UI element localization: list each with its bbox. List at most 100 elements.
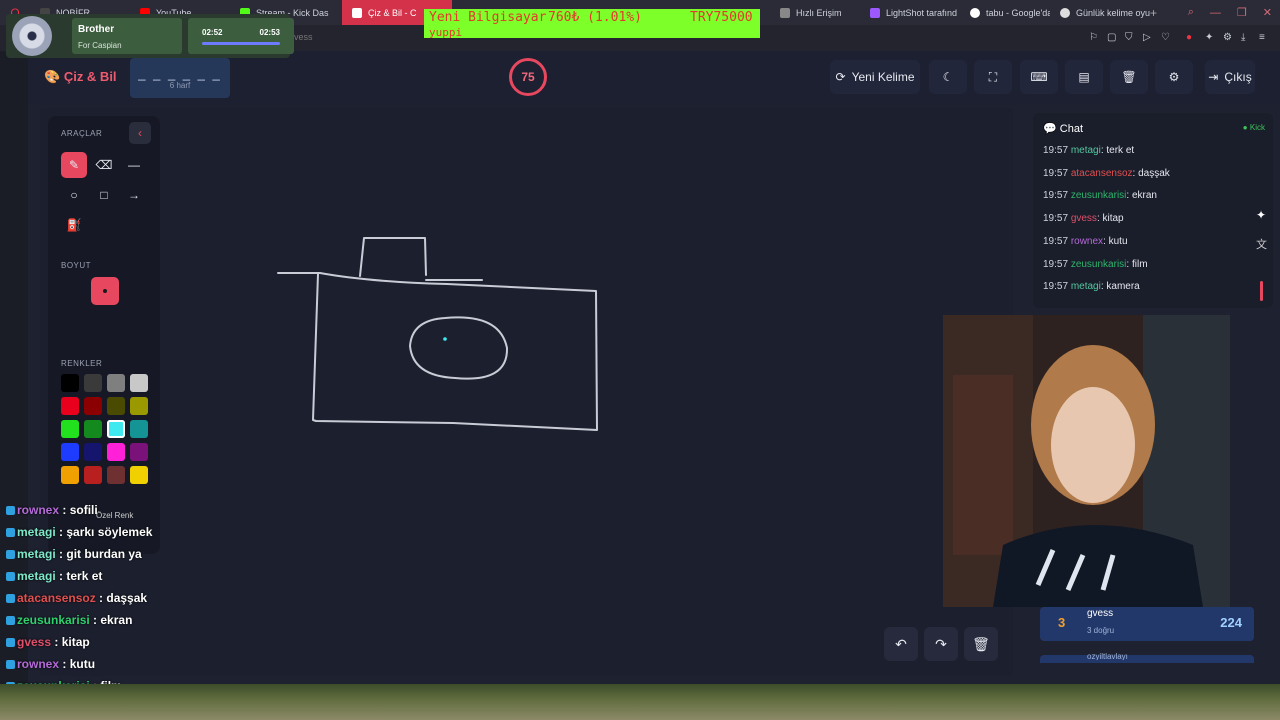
app-logo[interactable]: 🎨 Çiz & Bil	[44, 69, 117, 85]
elapsed-time: 02:52	[202, 28, 223, 37]
line-icon: —	[128, 158, 140, 172]
song-artist: For Caspian	[78, 41, 122, 50]
snapshot-icon[interactable]: ▢	[1107, 32, 1116, 43]
game-background	[0, 684, 1280, 720]
clear-canvas-button[interactable]: 🗑	[964, 627, 998, 661]
donation-ticker: Yeni Bilgisayar 760₺ (1.01%) TRY75000 yu…	[424, 9, 760, 39]
play-icon[interactable]: ▷	[1143, 32, 1151, 43]
browser-sidebar	[0, 51, 28, 684]
color-swatch[interactable]	[61, 443, 79, 461]
total-time: 02:53	[259, 28, 280, 37]
grid-icon	[780, 7, 790, 18]
color-swatch[interactable]	[107, 420, 125, 438]
keyboard-button[interactable]: ⌨	[1020, 60, 1058, 94]
color-swatch[interactable]	[61, 374, 79, 392]
chat-message: 19:57 zeusunkarisi: film	[1043, 258, 1148, 270]
close-button[interactable]: ✕	[1255, 6, 1280, 19]
letter-count: 6 harf	[169, 81, 191, 90]
tab-google-search[interactable]: tabu - Google'da A	[960, 0, 1050, 25]
tab-quick-access[interactable]: Hızlı Erişim	[770, 0, 860, 25]
settings-button[interactable]: ⚙	[1155, 60, 1193, 94]
pin-icon[interactable]: ⚐	[1089, 32, 1098, 43]
line-tool[interactable]: —	[121, 152, 147, 178]
color-swatch[interactable]	[107, 374, 125, 392]
translate-icon[interactable]: 文	[1256, 236, 1267, 252]
leaderboard-row: 3 gvess 3 doğru 224	[1040, 607, 1254, 641]
keyboard-icon: ⌨	[1030, 70, 1048, 84]
arrow-right-icon: →	[128, 188, 140, 202]
fullscreen-button[interactable]: ⛶	[974, 60, 1012, 94]
new-tab-button[interactable]: +	[1150, 6, 1160, 20]
camera-sketch	[277, 237, 598, 431]
brush-size-button[interactable]	[91, 277, 119, 305]
brush-tool[interactable]: ✎	[61, 152, 87, 178]
color-swatch[interactable]	[84, 420, 102, 438]
color-swatch[interactable]	[130, 420, 148, 438]
chat-message: 19:57 metagi: kamera	[1043, 281, 1140, 293]
color-swatch[interactable]	[61, 397, 79, 415]
google-icon	[970, 7, 980, 18]
progress-bar	[202, 42, 280, 45]
color-swatch[interactable]	[107, 443, 125, 461]
leaderboard-row: ozyiltlavlayı	[1040, 652, 1254, 663]
color-swatch[interactable]	[61, 420, 79, 438]
extensions-icon[interactable]: ✦	[1205, 32, 1213, 43]
shield-icon[interactable]: ⛉	[1125, 32, 1133, 43]
eraser-icon: ⌫	[95, 158, 113, 172]
trash-icon: 🗑	[972, 635, 990, 652]
tab-daily-word[interactable]: Günlük kelime oyu	[1050, 0, 1150, 25]
download-icon[interactable]: ⤓	[1241, 32, 1245, 43]
trash-icon: 🗑	[1121, 70, 1137, 84]
search-tabs-icon[interactable]: ⌕	[1180, 6, 1202, 19]
new-word-button[interactable]: ⟳ Yeni Kelime	[830, 60, 920, 94]
song-title: Brother	[78, 24, 115, 35]
fill-tool[interactable]: ⛽	[61, 212, 87, 238]
rectangle-tool[interactable]: □	[91, 182, 117, 208]
globe-icon	[1060, 7, 1070, 18]
tools-panel: ARAÇLAR ‹ ✎ ⌫ — ○ □ → ⛽ BOYUT RENKLER Öz…	[48, 116, 160, 554]
circle-tool[interactable]: ○	[61, 182, 87, 208]
chat-bubble-icon: 💬	[1043, 123, 1057, 135]
theme-toggle-button[interactable]: ☾	[929, 60, 967, 94]
archive-button[interactable]: ▤	[1065, 60, 1103, 94]
color-swatch[interactable]	[130, 466, 148, 484]
stream-chat-line: rownex : sofili	[6, 503, 98, 517]
logout-icon: ⇥	[1208, 70, 1219, 84]
color-swatch[interactable]	[84, 466, 102, 484]
clear-button[interactable]: 🗑	[1110, 60, 1148, 94]
stream-chat-line: metagi : terk et	[6, 569, 102, 583]
word-mask: _ _ _ _ _ _	[138, 66, 222, 81]
custom-color-label[interactable]: Özel Renk	[96, 511, 133, 520]
goal-name: Yeni Bilgisayar	[429, 10, 547, 25]
eraser-tool[interactable]: ⌫	[91, 152, 117, 178]
color-swatch[interactable]	[61, 466, 79, 484]
undo-button[interactable]: ↶	[884, 627, 918, 661]
adblock-icon[interactable]: ●	[1186, 32, 1192, 43]
settings-icon[interactable]: ⚙	[1223, 32, 1232, 43]
arrow-tool[interactable]: →	[121, 182, 147, 208]
tab-lightshot[interactable]: LightShot tarafınd	[860, 0, 960, 25]
color-swatch[interactable]	[84, 374, 102, 392]
refresh-icon: ⟳	[835, 70, 846, 84]
bookmark-icon[interactable]: ♡	[1161, 32, 1170, 43]
correct-count: 3 doğru	[1087, 626, 1115, 635]
redo-button[interactable]: ↷	[924, 627, 958, 661]
color-swatch[interactable]	[130, 443, 148, 461]
goal-target: TRY75000	[690, 10, 753, 25]
maximize-button[interactable]: ❐	[1229, 6, 1255, 19]
collapse-panel-button[interactable]: ‹	[129, 122, 151, 144]
stream-chat-line: metagi : şarkı söylemek	[6, 525, 152, 539]
color-swatch[interactable]	[84, 397, 102, 415]
paint-bucket-icon: ⛽	[66, 218, 82, 232]
chat-scrollbar[interactable]	[1260, 281, 1263, 301]
color-swatch[interactable]	[107, 397, 125, 415]
color-swatch[interactable]	[84, 443, 102, 461]
chat-panel: 💬 Chat ● Kick 19:57 metagi: terk et 19:57…	[1033, 113, 1273, 308]
color-swatch[interactable]	[130, 374, 148, 392]
sparkle-icon[interactable]: ✦	[1256, 208, 1266, 222]
menu-icon[interactable]: ≡	[1259, 32, 1265, 43]
color-swatch[interactable]	[107, 466, 125, 484]
color-swatch[interactable]	[130, 397, 148, 415]
minimize-button[interactable]: —	[1202, 7, 1229, 19]
exit-button[interactable]: ⇥ Çıkış	[1205, 60, 1255, 94]
